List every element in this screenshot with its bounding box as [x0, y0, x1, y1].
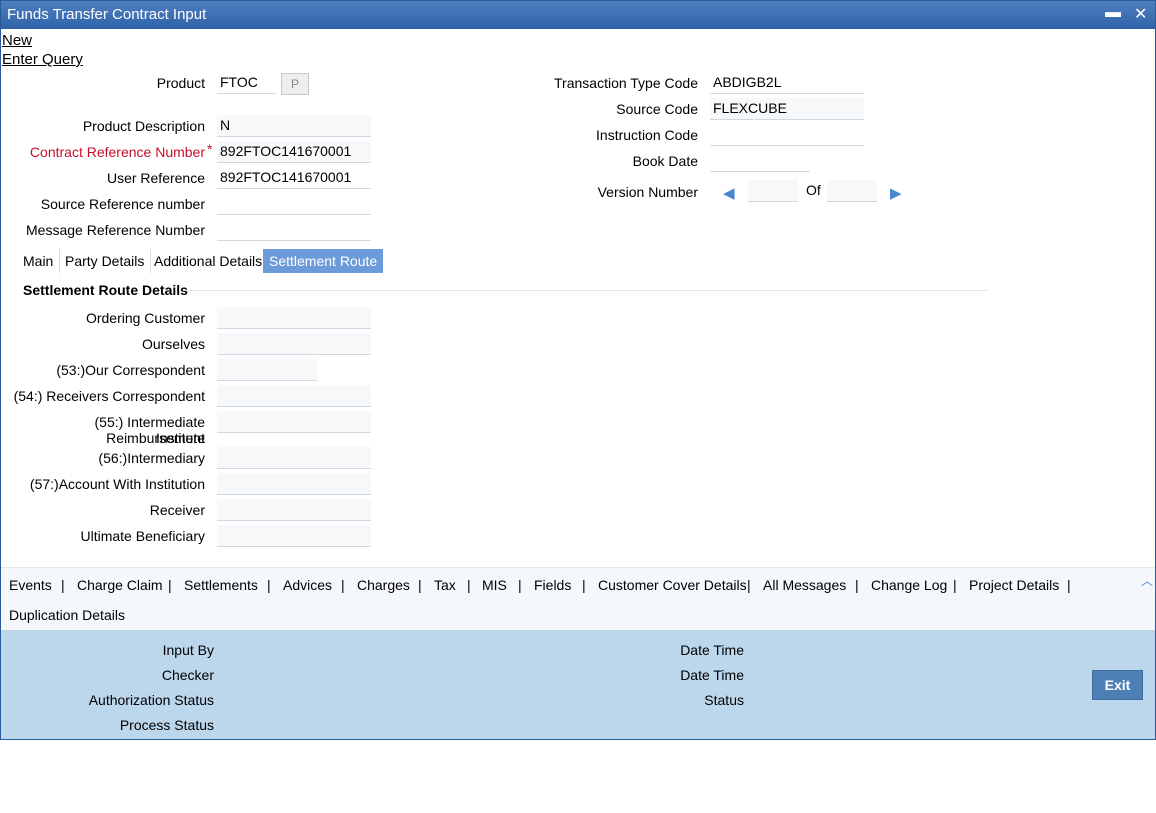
link-separator: | [168, 577, 172, 593]
tab-additional-details[interactable]: Additional Details [148, 249, 270, 273]
chevron-up-icon[interactable]: ︿ [1141, 572, 1153, 589]
tab-settlement-route[interactable]: Settlement Route [263, 249, 384, 273]
receiver-field [217, 499, 371, 521]
book-date-label: Book Date [632, 153, 698, 169]
ordering-customer-label: Ordering Customer [85, 310, 205, 326]
account-with-institution-field [217, 473, 371, 495]
ultimate-beneficiary-label: Ultimate Beneficiary [80, 528, 206, 544]
minimize-icon[interactable]: ▬ [1105, 4, 1121, 22]
message-reference-label: Message Reference Number [26, 222, 205, 238]
version-of-label: Of [806, 182, 821, 198]
section-divider [183, 290, 988, 291]
link-separator: | [855, 577, 859, 593]
product-lov-button[interactable]: P [281, 73, 309, 95]
link-separator: | [747, 577, 751, 593]
intermediary-label: (56:)Intermediary [98, 450, 205, 466]
message-reference-input[interactable] [217, 219, 371, 241]
tab-party-details[interactable]: Party Details [59, 249, 152, 273]
instruction-code-label: Instruction Code [596, 127, 698, 143]
funds-transfer-window: Funds Transfer Contract Input ▬ ✕ New En… [0, 0, 1156, 740]
link-separator: | [61, 577, 65, 593]
receiver-label: Receiver [149, 502, 205, 518]
ourselves-label: Ourselves [141, 336, 205, 352]
exit-button[interactable]: Exit [1092, 670, 1143, 700]
source-reference-label: Source Reference number [40, 196, 205, 212]
tax-link[interactable]: Tax [434, 577, 456, 593]
our-correspondent-label: (53:)Our Correspondent [56, 362, 205, 378]
ourselves-field [217, 333, 371, 355]
intermediate-reimbursement-label-line2: Institute [155, 430, 205, 446]
instruction-code-input[interactable] [710, 124, 864, 146]
intermediary-field [217, 447, 371, 469]
subscreen-links-bar: ︿ Events | Charge Claim | Settlements | … [1, 567, 1155, 631]
fields-link[interactable]: Fields [534, 577, 571, 593]
required-marker: * [207, 141, 213, 157]
link-separator: | [267, 577, 271, 593]
previous-version-icon[interactable]: ◀ [723, 184, 735, 202]
ultimate-beneficiary-field [217, 525, 371, 547]
link-separator: | [953, 577, 957, 593]
receivers-correspondent-field [217, 385, 371, 407]
contract-reference-field: 892FTOC141670001 [217, 141, 371, 163]
product-input[interactable]: FTOC [217, 72, 276, 94]
settlements-link[interactable]: Settlements [184, 577, 258, 593]
project-details-link[interactable]: Project Details [969, 577, 1059, 593]
ordering-customer-field [217, 307, 371, 329]
input-by-label: Input By [162, 642, 214, 658]
enter-query-link[interactable]: Enter Query [2, 51, 83, 68]
source-code-field: FLEXCUBE [710, 98, 864, 120]
tab-main[interactable]: Main [17, 249, 61, 273]
settlement-route-section-title: Settlement Route Details [23, 282, 188, 298]
mis-link[interactable]: MIS [482, 577, 507, 593]
charge-claim-link[interactable]: Charge Claim [77, 577, 163, 593]
version-number-field [748, 180, 798, 202]
window-title: Funds Transfer Contract Input [7, 6, 207, 23]
record-status-label: Status [704, 692, 744, 708]
checker-label: Checker [161, 667, 214, 683]
advices-link[interactable]: Advices [283, 577, 332, 593]
intermediate-reimbursement-field [217, 411, 371, 433]
new-link[interactable]: New [2, 32, 32, 49]
contract-reference-label: Contract Reference Number [29, 144, 205, 160]
product-label: Product [156, 75, 205, 91]
link-separator: | [418, 577, 422, 593]
next-version-icon[interactable]: ▶ [890, 184, 902, 202]
process-status-label: Process Status [119, 717, 214, 733]
all-messages-link[interactable]: All Messages [763, 577, 846, 593]
events-link[interactable]: Events [9, 577, 52, 593]
link-separator: | [518, 577, 522, 593]
version-total-field [827, 180, 877, 202]
user-reference-input[interactable]: 892FTOC141670001 [217, 167, 371, 189]
link-separator: | [341, 577, 345, 593]
close-icon[interactable]: ✕ [1134, 4, 1147, 24]
audit-panel: Input By Checker Authorization Status Pr… [1, 630, 1155, 739]
account-with-institution-label: (57:)Account With Institution [29, 476, 205, 492]
change-log-link[interactable]: Change Log [871, 577, 947, 593]
product-description-label: Product Description [82, 118, 205, 134]
source-reference-input[interactable] [217, 193, 371, 215]
link-separator: | [467, 577, 471, 593]
main-content: New Enter Query Product FTOC P Product D… [1, 29, 1155, 567]
charges-link[interactable]: Charges [357, 577, 410, 593]
title-bar: Funds Transfer Contract Input ▬ ✕ [1, 1, 1155, 29]
user-reference-label: User Reference [106, 170, 205, 186]
customer-cover-details-link[interactable]: Customer Cover Details [598, 577, 747, 593]
link-separator: | [582, 577, 586, 593]
our-correspondent-field [217, 359, 317, 381]
transaction-type-label: Transaction Type Code [554, 75, 698, 91]
version-number-label: Version Number [597, 184, 698, 200]
source-code-label: Source Code [616, 101, 698, 117]
product-description-field: N [217, 115, 371, 137]
authorization-status-label: Authorization Status [88, 692, 214, 708]
link-separator: | [1067, 577, 1071, 593]
input-date-time-label: Date Time [680, 642, 744, 658]
receivers-correspondent-label: (54:) Receivers Correspondent [13, 388, 205, 404]
checker-date-time-label: Date Time [680, 667, 744, 683]
duplication-details-link[interactable]: Duplication Details [9, 607, 125, 623]
book-date-input[interactable] [710, 150, 810, 172]
transaction-type-input[interactable]: ABDIGB2L [710, 72, 864, 94]
